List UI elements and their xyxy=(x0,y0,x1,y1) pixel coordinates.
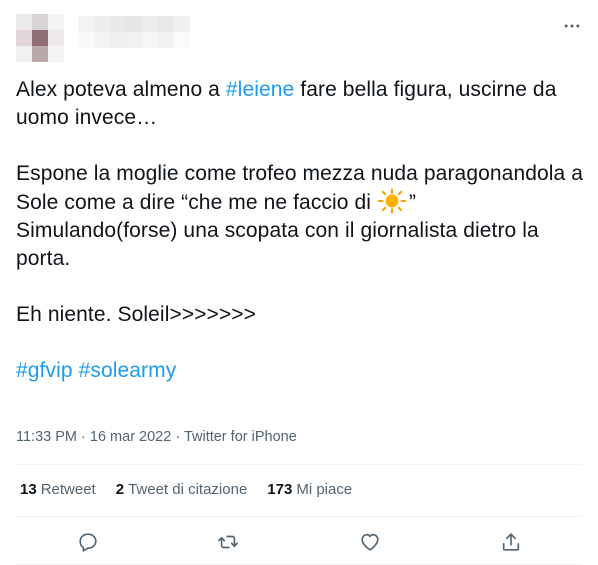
meta-separator: · xyxy=(77,429,90,445)
hashtag-link-leiene[interactable]: #leiene xyxy=(226,78,294,101)
hashtag-link-gfvip[interactable]: #gfvip xyxy=(16,359,73,382)
author-name-blurred[interactable] xyxy=(78,16,194,48)
quotes-count: 2 xyxy=(115,481,125,498)
retweet-button[interactable] xyxy=(216,530,240,554)
share-button[interactable] xyxy=(499,530,523,554)
heart-icon xyxy=(361,533,379,551)
tweet-paragraph-1: Alex poteva almeno a #leiene fare bella … xyxy=(16,76,586,132)
tweet-source[interactable]: Twitter for iPhone xyxy=(184,429,297,445)
retweets-count: 13 xyxy=(20,481,37,498)
tweet-time[interactable]: 11:33 PM xyxy=(16,429,77,445)
reply-button[interactable] xyxy=(76,530,100,554)
quotes-stat[interactable]: 2 Tweet di citazione xyxy=(116,481,248,498)
retweet-icon xyxy=(218,535,238,549)
divider xyxy=(16,464,582,465)
share-icon xyxy=(502,533,520,551)
tweet-stats: 13 Retweet 2 Tweet di citazione 173 Mi piac… xyxy=(20,481,352,498)
tweet-paragraph-3: Simulando(forse) una scopata con il gior… xyxy=(16,219,539,270)
divider xyxy=(16,516,582,517)
tweet-header xyxy=(0,0,598,64)
tweet-text-segment: Alex poteva almeno a xyxy=(16,78,226,101)
tweet-text: Alex poteva almeno a #leiene fare bella … xyxy=(16,76,586,385)
tweet-actions xyxy=(16,520,582,564)
likes-stat[interactable]: 173 Mi piace xyxy=(267,481,352,498)
tweet-hashtags: #gfvip #solearmy xyxy=(16,357,586,385)
hashtag-link-solearmy[interactable]: #solearmy xyxy=(79,359,177,382)
retweets-stat[interactable]: 13 Retweet xyxy=(20,481,96,498)
tweet-text-segment: Espone la moglie come trofeo mezza nuda … xyxy=(16,162,584,214)
tweet-paragraph-2: Espone la moglie come trofeo mezza nuda … xyxy=(16,160,586,217)
tweet-text-segment: ” xyxy=(408,191,417,214)
tweet-date[interactable]: 16 mar 2022 xyxy=(90,429,171,445)
likes-count: 173 xyxy=(267,481,293,498)
like-button[interactable] xyxy=(358,530,382,554)
reply-icon xyxy=(79,533,97,552)
tweet-paragraph-4: Eh niente. Soleil>>>>>>> xyxy=(16,303,257,326)
tweet-meta: 11:33 PM · 16 mar 2022 · Twitter for iPh… xyxy=(16,429,297,445)
likes-label: Mi piace xyxy=(296,481,353,498)
more-options-button[interactable] xyxy=(560,14,584,38)
retweets-label: Retweet xyxy=(40,481,96,498)
quotes-label: Tweet di citazione xyxy=(128,481,248,498)
more-horizontal-icon xyxy=(564,24,580,28)
meta-separator: · xyxy=(171,429,184,445)
avatar[interactable] xyxy=(16,14,64,62)
sun-emoji-icon xyxy=(377,188,406,214)
